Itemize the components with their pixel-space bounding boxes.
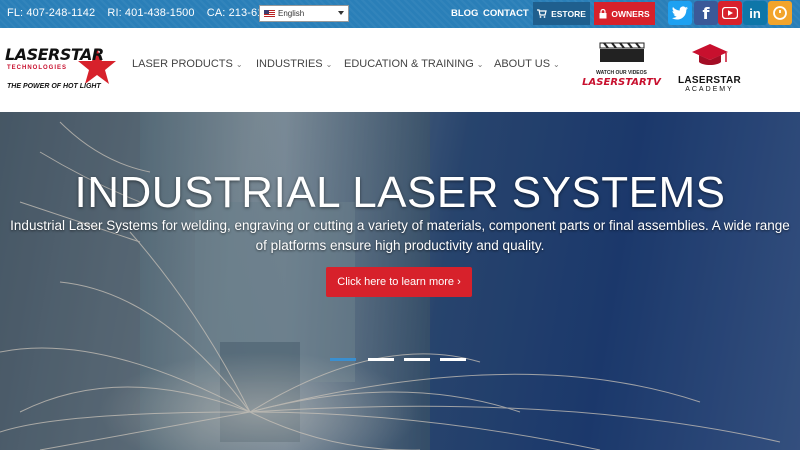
nav-education-training[interactable]: EDUCATION & TRAINING ⌄ bbox=[344, 58, 483, 70]
twitter-icon[interactable] bbox=[668, 1, 692, 25]
logo-main: LASERSTAR bbox=[5, 45, 104, 64]
nav-industries[interactable]: INDUSTRIES ⌄ bbox=[256, 58, 332, 70]
top-utility-bar: FL: 407-248-1142 RI: 401-438-1500 CA: 21… bbox=[0, 0, 800, 28]
nav-label: EDUCATION & TRAINING bbox=[344, 58, 474, 70]
hero-subtitle: Industrial Laser Systems for welding, en… bbox=[10, 218, 790, 253]
nav-label: INDUSTRIES bbox=[256, 58, 323, 70]
slide-indicator-3[interactable] bbox=[404, 358, 430, 361]
site-header: LASERSTAR TECHNOLOGIES THE POWER OF HOT … bbox=[0, 28, 800, 112]
academy-sub: ACADEMY bbox=[685, 86, 734, 93]
academy-name: LASERSTAR bbox=[677, 75, 742, 86]
language-select[interactable]: English bbox=[259, 5, 349, 22]
slide-indicator-1[interactable] bbox=[330, 358, 356, 361]
chevron-down-icon: ⌄ bbox=[553, 60, 560, 69]
logo-sub: TECHNOLOGIES bbox=[7, 65, 68, 71]
nav-label: ABOUT US bbox=[494, 58, 551, 70]
blog-link[interactable]: BLOG bbox=[451, 8, 478, 19]
slide-indicator-4[interactable] bbox=[440, 358, 466, 361]
estore-label: ESTORE bbox=[551, 8, 586, 19]
language-value: English bbox=[278, 9, 305, 18]
chevron-down-icon: ⌄ bbox=[476, 60, 484, 69]
logo-tagline: THE POWER OF HOT LIGHT bbox=[7, 83, 101, 90]
nav-label: LASER PRODUCTS bbox=[132, 58, 233, 70]
chevron-down-icon bbox=[338, 11, 344, 15]
facebook-icon[interactable]: f bbox=[694, 1, 718, 25]
nav-about-us[interactable]: ABOUT US ⌄ bbox=[494, 58, 560, 70]
laserstar-logo[interactable]: LASERSTAR TECHNOLOGIES THE POWER OF HOT … bbox=[5, 45, 116, 105]
chevron-down-icon: ⌄ bbox=[235, 60, 243, 69]
contact-link[interactable]: CONTACT bbox=[483, 8, 529, 19]
hero-title: INDUSTRIAL LASER SYSTEMS bbox=[74, 168, 726, 217]
owners-button[interactable]: OWNERS bbox=[594, 2, 655, 25]
tv-name: LASERSTARTV bbox=[582, 77, 661, 88]
hero-slider: INDUSTRIAL LASER SYSTEMS Industrial Lase… bbox=[0, 112, 800, 450]
clapperboard-icon bbox=[599, 42, 644, 62]
youtube-icon[interactable] bbox=[718, 1, 742, 25]
phone-ri[interactable]: RI: 401-438-1500 bbox=[107, 7, 194, 19]
owners-label: OWNERS bbox=[611, 8, 650, 19]
estore-button[interactable]: ESTORE bbox=[533, 2, 590, 25]
phone-fl[interactable]: FL: 407-248-1142 bbox=[7, 7, 95, 19]
laserstar-tv-link[interactable]: WATCH OUR VIDEOS LASERSTARTV bbox=[579, 41, 664, 101]
chevron-down-icon: ⌄ bbox=[325, 60, 333, 69]
slider-indicators bbox=[330, 358, 470, 362]
linkedin-icon[interactable]: in bbox=[743, 1, 767, 25]
tv-label: WATCH OUR VIDEOS bbox=[596, 70, 647, 76]
nav-laser-products[interactable]: LASER PRODUCTS ⌄ bbox=[132, 58, 243, 70]
laserstar-academy-link[interactable]: LASERSTAR ACADEMY bbox=[672, 42, 747, 102]
blog-icon[interactable] bbox=[768, 1, 792, 25]
cart-icon bbox=[537, 9, 547, 18]
lock-icon bbox=[599, 8, 607, 18]
graduation-cap-icon bbox=[691, 44, 728, 65]
learn-more-button[interactable]: Click here to learn more › bbox=[326, 267, 472, 297]
slide-indicator-2[interactable] bbox=[368, 358, 394, 361]
us-flag-icon bbox=[264, 10, 275, 17]
